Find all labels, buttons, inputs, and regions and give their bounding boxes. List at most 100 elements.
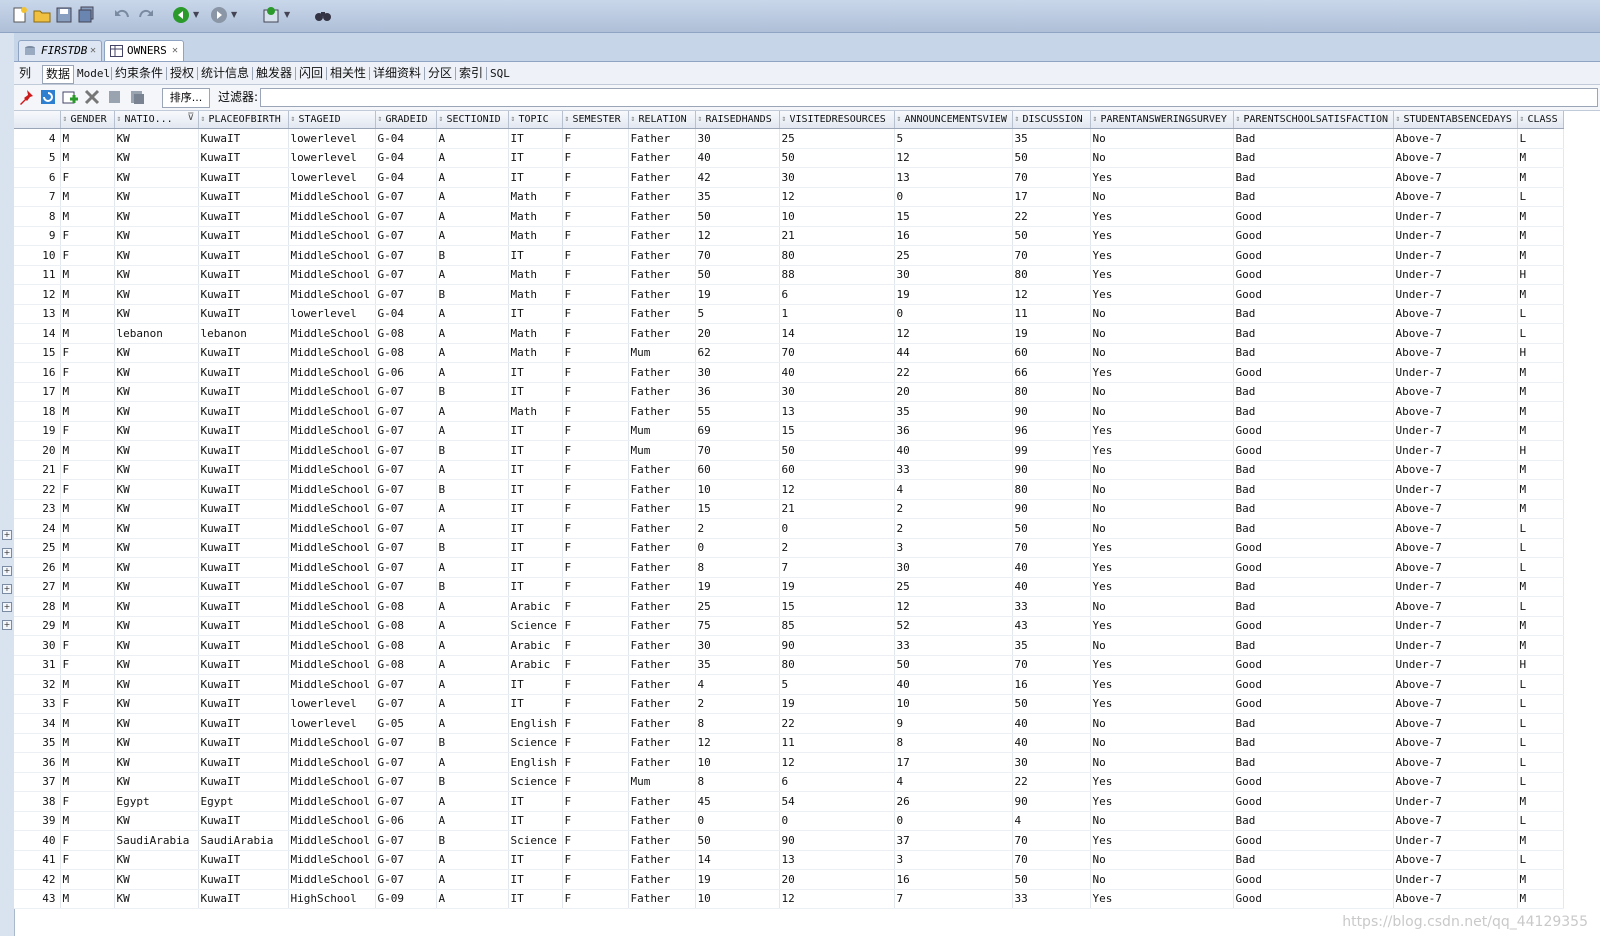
grid-cell[interactable]: G-07 <box>375 401 437 422</box>
grid-cell[interactable]: 33 <box>894 460 1013 480</box>
grid-cell[interactable]: M <box>1517 167 1564 188</box>
grid-cell[interactable]: KuwaIT <box>198 460 289 480</box>
grid-cell[interactable]: 2 <box>695 518 780 539</box>
grid-cell[interactable]: G-07 <box>375 265 437 285</box>
grid-cell[interactable]: Yes <box>1090 265 1234 285</box>
grid-cell[interactable]: KW <box>114 187 199 207</box>
grid-cell[interactable]: F <box>562 187 629 207</box>
grid-cell[interactable]: 19 <box>695 869 780 890</box>
grid-cell[interactable]: IT <box>508 674 563 695</box>
grid-cell[interactable]: MiddleSchool <box>288 362 376 383</box>
grid-cell[interactable]: KuwaIT <box>198 128 289 149</box>
grid-cell[interactable]: A <box>436 869 509 890</box>
grid-cell[interactable]: Good <box>1233 245 1394 266</box>
grid-cell[interactable]: Science <box>508 616 563 636</box>
grid-cell[interactable]: M <box>1517 869 1564 890</box>
grid-cell[interactable]: 33 <box>1012 889 1091 909</box>
grid-cell[interactable]: 30 <box>894 557 1013 578</box>
grid-cell[interactable]: 15 <box>779 421 895 441</box>
grid-cell[interactable]: Yes <box>1090 245 1234 266</box>
grid-cell[interactable]: Yes <box>1090 538 1234 558</box>
grid-cell[interactable]: Bad <box>1233 323 1394 344</box>
grid-cell[interactable]: Good <box>1233 538 1394 558</box>
grid-cell[interactable]: 85 <box>779 616 895 636</box>
grid-cell[interactable]: Bad <box>1233 128 1394 149</box>
grid-cell[interactable]: KuwaIT <box>198 304 289 324</box>
grid-cell[interactable]: 6 <box>779 772 895 792</box>
grid-cell[interactable]: 1 <box>779 304 895 324</box>
grid-cell[interactable]: Arabic <box>508 655 563 675</box>
grid-cell[interactable]: F <box>60 245 115 266</box>
grid-cell[interactable]: MiddleSchool <box>288 499 376 519</box>
grid-cell[interactable]: 30 <box>894 265 1013 285</box>
tree-expand-icon[interactable]: + <box>2 620 12 630</box>
grid-cell[interactable]: Father <box>628 577 696 597</box>
grid-cell[interactable]: KuwaIT <box>198 167 289 188</box>
grid-cell[interactable]: 36 <box>695 382 780 402</box>
grid-cell[interactable]: Above-7 <box>1393 343 1518 363</box>
grid-cell[interactable]: G-07 <box>375 752 437 773</box>
grid-cell[interactable]: KuwaIT <box>198 401 289 422</box>
grid-cell[interactable]: M <box>1517 206 1564 227</box>
grid-cell[interactable]: Above-7 <box>1393 187 1518 207</box>
grid-cell[interactable]: KW <box>114 713 199 734</box>
grid-cell[interactable]: 88 <box>779 265 895 285</box>
grid-cell[interactable]: 16 <box>894 226 1013 246</box>
grid-cell[interactable]: 40 <box>1012 733 1091 753</box>
grid-cell[interactable]: Father <box>628 596 696 617</box>
grid-cell[interactable]: SaudiArabia <box>114 830 199 851</box>
grid-cell[interactable]: MiddleSchool <box>288 733 376 753</box>
grid-cell[interactable]: No <box>1090 401 1234 422</box>
grid-cell[interactable]: Father <box>628 284 696 305</box>
grid-cell[interactable]: MiddleSchool <box>288 577 376 597</box>
grid-cell[interactable]: 90 <box>1012 791 1091 812</box>
grid-cell[interactable]: lebanon <box>114 323 199 344</box>
grid-cell[interactable]: M <box>60 440 115 461</box>
grid-cell[interactable]: 42 <box>695 167 780 188</box>
grid-cell[interactable]: No <box>1090 713 1234 734</box>
grid-cell[interactable]: 50 <box>894 655 1013 675</box>
grid-cell[interactable]: 12 <box>779 889 895 909</box>
grid-cell[interactable]: G-08 <box>375 616 437 636</box>
grid-cell[interactable]: 0 <box>779 811 895 831</box>
grid-cell[interactable]: MiddleSchool <box>288 421 376 441</box>
grid-cell[interactable]: F <box>562 557 629 578</box>
grid-cell[interactable]: HighSchool <box>288 889 376 909</box>
filter-input[interactable] <box>260 88 1598 107</box>
grid-cell[interactable]: F <box>562 830 629 851</box>
grid-cell[interactable]: 8 <box>695 713 780 734</box>
grid-cell[interactable]: MiddleSchool <box>288 265 376 285</box>
grid-cell[interactable]: M <box>1517 616 1564 636</box>
grid-cell[interactable]: 0 <box>894 187 1013 207</box>
grid-cell[interactable]: A <box>436 752 509 773</box>
grid-cell[interactable]: Above-7 <box>1393 850 1518 870</box>
table-row[interactable]: 43 M KW KuwaIT HighSchool G-09 A IT F Father 10 12 7… <box>14 889 1564 909</box>
grid-cell[interactable]: Bad <box>1233 382 1394 402</box>
grid-cell[interactable]: KuwaIT <box>198 538 289 558</box>
grid-cell[interactable]: 12 <box>1012 284 1091 305</box>
grid-cell[interactable]: 0 <box>695 811 780 831</box>
grid-cell[interactable]: No <box>1090 382 1234 402</box>
table-row[interactable]: 10 F KW KuwaIT MiddleSchool G-07 B IT F Father 70 8… <box>14 245 1564 266</box>
column-header[interactable]: ⇕ GRADEID <box>375 111 437 129</box>
grid-cell[interactable]: A <box>436 401 509 422</box>
grid-cell[interactable]: 36 <box>894 421 1013 441</box>
table-row[interactable]: 20 M KW KuwaIT MiddleSchool G-07 B IT F Mum 70 50 40… <box>14 440 1564 461</box>
grid-cell[interactable]: Under-7 <box>1393 206 1518 227</box>
table-row[interactable]: 28 M KW KuwaIT MiddleSchool G-08 A Arabic F Fathe… <box>14 596 1564 617</box>
grid-cell[interactable]: KuwaIT <box>198 655 289 675</box>
grid-cell[interactable]: Above-7 <box>1393 772 1518 792</box>
tree-expand-icon[interactable]: + <box>2 584 12 594</box>
grid-cell[interactable]: KuwaIT <box>198 713 289 734</box>
grid-cell[interactable]: F <box>562 323 629 344</box>
grid-cell[interactable]: Good <box>1233 830 1394 851</box>
grid-cell[interactable]: KW <box>114 284 199 305</box>
grid-cell[interactable]: KuwaIT <box>198 284 289 305</box>
grid-cell[interactable]: 2 <box>894 518 1013 539</box>
grid-cell[interactable]: Above-7 <box>1393 811 1518 831</box>
grid-cell[interactable]: KW <box>114 655 199 675</box>
grid-cell[interactable]: MiddleSchool <box>288 206 376 227</box>
grid-cell[interactable]: G-08 <box>375 596 437 617</box>
grid-cell[interactable]: Father <box>628 128 696 149</box>
grid-cell[interactable]: KW <box>114 499 199 519</box>
